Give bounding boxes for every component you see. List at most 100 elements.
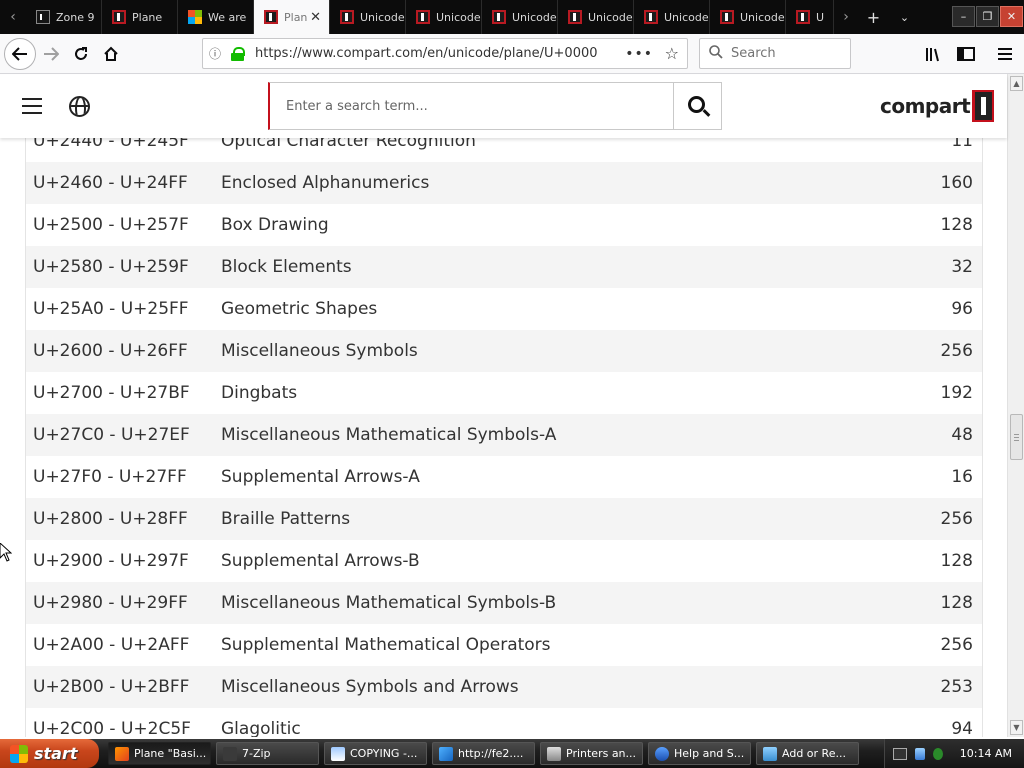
windows-logo-icon <box>10 744 28 763</box>
search-placeholder: Search <box>731 46 776 61</box>
block-count: 96 <box>951 299 973 319</box>
browser-tab[interactable]: Zone 9 <box>26 0 102 34</box>
taskbar-tasks: Plane "Basi... 7-Zip COPYING -... http://fe… <box>103 742 859 765</box>
back-arrow-icon[interactable] <box>4 37 36 70</box>
taskbar-button[interactable]: COPYING -... <box>324 742 427 765</box>
block-name-link[interactable]: Box Drawing <box>221 215 862 235</box>
library-icon[interactable] <box>921 40 947 68</box>
table-row[interactable]: U+25A0 - U+25FF Geometric Shapes 96 <box>26 288 982 330</box>
block-name-link[interactable]: Geometric Shapes <box>221 299 862 319</box>
block-name-link[interactable]: Supplemental Arrows-B <box>221 551 862 571</box>
page-content: U+2440 - U+245F Optical Character Recogni… <box>0 75 1007 737</box>
tab-title: Unicode <box>360 10 405 24</box>
table-row[interactable]: U+27C0 - U+27EF Miscellaneous Mathematica… <box>26 414 982 456</box>
table-row[interactable]: U+2600 - U+26FF Miscellaneous Symbols 256 <box>26 330 982 372</box>
start-button[interactable]: start <box>0 739 99 768</box>
vertical-scrollbar[interactable]: ▲ ▼ <box>1007 74 1024 737</box>
block-name-link[interactable]: Supplemental Mathematical Operators <box>221 635 862 655</box>
browser-tab[interactable]: Unicode <box>558 0 634 34</box>
restore-icon[interactable]: ❐ <box>976 6 999 27</box>
taskbar-button[interactable]: Printers an... <box>540 742 643 765</box>
reload-icon[interactable] <box>66 39 96 69</box>
table-row[interactable]: U+2700 - U+27BF Dingbats 192 <box>26 372 982 414</box>
tab-scroll-left-icon[interactable]: ‹ <box>0 0 26 34</box>
browser-tab[interactable]: We are <box>178 0 254 34</box>
home-icon[interactable] <box>96 39 126 69</box>
browser-tab[interactable]: U <box>786 0 834 34</box>
block-name-link[interactable]: Enclosed Alphanumerics <box>221 173 862 193</box>
sidebar-icon[interactable] <box>953 40 979 68</box>
table-row[interactable]: U+2900 - U+297F Supplemental Arrows-B 128 <box>26 540 982 582</box>
taskbar-button[interactable]: Help and S... <box>648 742 751 765</box>
site-search-input[interactable] <box>286 98 666 114</box>
table-row[interactable]: U+27F0 - U+27FF Supplemental Arrows-A 16 <box>26 456 982 498</box>
table-row[interactable]: U+2980 - U+29FF Miscellaneous Mathematica… <box>26 582 982 624</box>
block-name-link[interactable]: Miscellaneous Symbols <box>221 341 862 361</box>
browser-tab[interactable]: Unicode <box>482 0 558 34</box>
block-count: 256 <box>940 509 973 529</box>
block-name-link[interactable]: Supplemental Arrows-A <box>221 467 862 487</box>
table-row[interactable]: U+2C00 - U+2C5F Glagolitic 94 <box>26 708 982 737</box>
scrollbar-thumb[interactable] <box>1010 414 1023 460</box>
table-row[interactable]: U+2460 - U+24FF Enclosed Alphanumerics 160 <box>26 162 982 204</box>
browser-search-field[interactable]: Search <box>699 38 851 69</box>
lock-icon[interactable] <box>231 46 245 61</box>
block-range: U+2460 - U+24FF <box>33 173 188 193</box>
block-name-link[interactable]: Miscellaneous Mathematical Symbols-A <box>221 425 862 445</box>
block-range: U+2A00 - U+2AFF <box>33 635 190 655</box>
block-name-link[interactable]: Block Elements <box>221 257 862 277</box>
taskbar-button[interactable]: Plane "Basi... <box>108 742 211 765</box>
browser-tab[interactable]: Unicode <box>330 0 406 34</box>
network-icon[interactable] <box>915 747 925 760</box>
dark-terminal-icon <box>36 10 50 24</box>
new-tab-icon[interactable]: + <box>858 0 889 34</box>
window-close-icon[interactable]: ✕ <box>1000 6 1023 27</box>
browser-tab[interactable]: Unicode <box>634 0 710 34</box>
forward-arrow-icon[interactable] <box>36 39 66 69</box>
block-name-link[interactable]: Miscellaneous Mathematical Symbols-B <box>221 593 862 613</box>
hamburger-menu-icon[interactable] <box>992 40 1018 68</box>
table-row[interactable]: U+2580 - U+259F Block Elements 32 <box>26 246 982 288</box>
table-row[interactable]: U+2500 - U+257F Box Drawing 128 <box>26 204 982 246</box>
block-name-link[interactable]: Dingbats <box>221 383 862 403</box>
minimize-icon[interactable]: – <box>952 6 975 27</box>
tabs-container: Zone 9 Plane We are Plan ✕ Unicode Unicode Unic… <box>26 0 834 34</box>
site-menu-icon[interactable] <box>22 98 42 114</box>
block-name-link[interactable]: Braille Patterns <box>221 509 862 529</box>
block-count: 160 <box>940 173 973 193</box>
table-row[interactable]: U+2A00 - U+2AFF Supplemental Mathematical… <box>26 624 982 666</box>
browser-tab[interactable]: Plane <box>102 0 178 34</box>
block-name-link[interactable]: Glagolitic <box>221 719 862 737</box>
bookmark-star-icon[interactable]: ☆ <box>665 44 679 63</box>
block-range: U+2980 - U+29FF <box>33 593 188 613</box>
help-icon <box>655 746 669 761</box>
site-info-icon[interactable]: ⓘ <box>209 45 227 62</box>
taskbar-button[interactable]: Add or Re... <box>756 742 859 765</box>
tab-list-chevron-down-icon[interactable]: ⌄ <box>889 0 920 34</box>
browser-tab[interactable]: Plan ✕ <box>254 0 330 34</box>
url-bar[interactable]: ⓘ https://www.compart.com/en/unicode/pla… <box>202 38 688 69</box>
tab-scroll-right-icon[interactable]: › <box>834 0 858 34</box>
globe-icon[interactable] <box>69 96 90 117</box>
keyboard-icon[interactable] <box>893 747 907 760</box>
taskbar-button[interactable]: http://fe2.... <box>432 742 535 765</box>
table-row[interactable]: U+2800 - U+28FF Braille Patterns 256 <box>26 498 982 540</box>
tab-close-icon[interactable]: ✕ <box>310 10 321 25</box>
sync-icon[interactable] <box>933 747 943 760</box>
page-actions-icon[interactable]: ••• <box>625 46 653 62</box>
table-row[interactable]: U+2B00 - U+2BFF Miscellaneous Symbols and… <box>26 666 982 708</box>
logo-text: compart <box>880 94 971 118</box>
taskbar-button[interactable]: 7-Zip <box>216 742 319 765</box>
clock[interactable]: 10:14 AM <box>960 747 1012 760</box>
browser-tab[interactable]: Unicode <box>406 0 482 34</box>
site-search-button[interactable] <box>673 83 721 129</box>
tab-title: We are <box>208 10 247 24</box>
scroll-down-arrow-icon[interactable]: ▼ <box>1010 720 1023 735</box>
url-text[interactable]: https://www.compart.com/en/unicode/plane… <box>255 46 598 61</box>
compart-logo[interactable]: compart <box>880 89 995 123</box>
control-panel-icon <box>763 746 777 761</box>
scroll-up-arrow-icon[interactable]: ▲ <box>1010 76 1023 91</box>
browser-tab[interactable]: Unicode <box>710 0 786 34</box>
block-name-link[interactable]: Miscellaneous Symbols and Arrows <box>221 677 862 697</box>
tab-title: Unicode <box>588 10 633 24</box>
